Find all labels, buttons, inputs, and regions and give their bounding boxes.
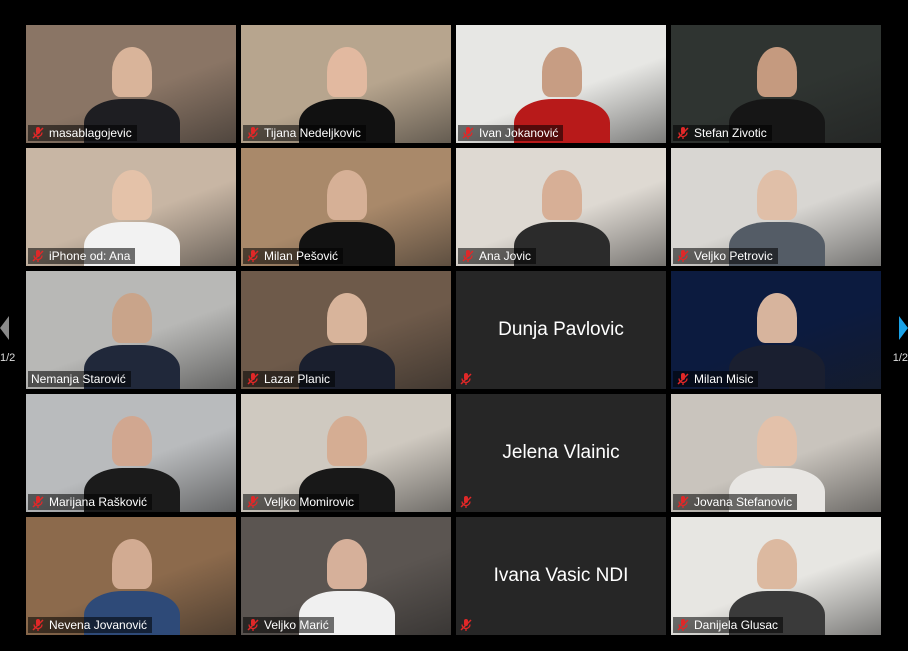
participant-name-tag: Ana Jovic [458,248,537,264]
participant-head [112,416,152,466]
participant-name-tag: masablagojevic [28,125,137,141]
mic-muted-icon [31,249,45,263]
mic-muted-icon [246,372,260,386]
participant-name: Veljko Petrovic [694,249,773,263]
participant-name: Stefan Zivotic [694,126,767,140]
participant-name: Milan Misic [694,372,754,386]
mic-muted-icon [459,372,473,386]
participant-name-large: Jelena Vlainic [502,442,620,463]
participant-name-large: Ivana Vasic NDI [493,565,629,586]
mic-muted-icon [246,126,260,140]
participant-tile[interactable]: Marijana Rašković [26,394,236,512]
participant-grid: masablagojevic Tijana Nedeljkovic Ivan Jok… [26,25,881,636]
mic-muted-icon [676,372,690,386]
participant-head [542,170,582,220]
mic-muted-icon [246,495,260,509]
participant-name-tag: Veljko Petrovic [673,248,778,264]
participant-tile[interactable]: Milan Pešović [241,148,451,266]
participant-head [112,47,152,97]
participant-head [327,539,367,589]
participant-name: Marijana Rašković [49,495,148,509]
page-indicator-left: 1/2 [0,352,16,364]
participant-name: Veljko Momirovic [264,495,355,509]
participant-tile[interactable]: Nevena Jovanović [26,517,236,635]
participant-name-tag: Milan Misic [673,371,759,387]
participant-name-tag: Danijela Glusac [673,617,784,633]
participant-name-tag: Jovana Stefanovic [673,494,798,510]
participant-name-tag: Marijana Rašković [28,494,153,510]
participant-name: masablagojevic [49,126,132,140]
participant-name: Lazar Planic [264,372,331,386]
participant-name-tag: iPhone od: Ana [28,248,136,264]
mic-muted-icon [31,126,45,140]
participant-head [112,539,152,589]
participant-name-tag: Ivan Jokanović [458,125,564,141]
participant-name: Ana Jovic [479,249,532,263]
participant-name-tag: Milan Pešović [243,248,344,264]
next-page-arrow-icon[interactable] [899,316,908,340]
participant-head [757,47,797,97]
participant-head [757,539,797,589]
mic-muted-icon [31,618,45,632]
mic-muted-icon [676,618,690,632]
previous-page-arrow-icon[interactable] [0,316,9,340]
mic-muted-icon [461,249,475,263]
participant-name: Ivan Jokanović [479,126,559,140]
participant-name-tag: Stefan Zivotic [673,125,772,141]
participant-name-tag: Nemanja Starović [28,371,131,387]
participant-tile[interactable]: Veljko Petrovic [671,148,881,266]
participant-name: iPhone od: Ana [49,249,131,263]
participant-tile[interactable]: Ivana Vasic NDI [456,517,666,635]
participant-head [327,416,367,466]
mic-muted-icon [246,249,260,263]
participant-tile[interactable]: Jelena Vlainic [456,394,666,512]
participant-name-tag: Veljko Marić [243,617,334,633]
participant-tile[interactable]: Veljko Marić [241,517,451,635]
participant-name-large: Dunja Pavlovic [498,319,624,340]
participant-tile[interactable]: Lazar Planic [241,271,451,389]
participant-tile[interactable]: Nemanja Starović [26,271,236,389]
participant-tile[interactable]: Dunja Pavlovic [456,271,666,389]
participant-name: Danijela Glusac [694,618,779,632]
participant-name: Veljko Marić [264,618,329,632]
participant-head [327,170,367,220]
mic-muted-icon [676,126,690,140]
participant-name: Tijana Nedeljkovic [264,126,361,140]
mic-muted-icon [676,249,690,263]
participant-head [757,416,797,466]
participant-name-tag: Nevena Jovanović [28,617,153,633]
participant-name: Nevena Jovanović [49,618,148,632]
participant-head [112,170,152,220]
participant-head [542,47,582,97]
participant-tile[interactable]: Tijana Nedeljkovic [241,25,451,143]
participant-tile[interactable]: Milan Misic [671,271,881,389]
participant-head [327,47,367,97]
mic-muted-icon [459,495,473,509]
participant-tile[interactable]: Ivan Jokanović [456,25,666,143]
participant-head [757,293,797,343]
participant-head [112,293,152,343]
participant-name: Milan Pešović [264,249,339,263]
participant-name: Jovana Stefanovic [694,495,793,509]
participant-tile[interactable]: Jovana Stefanovic [671,394,881,512]
participant-tile[interactable]: Veljko Momirovic [241,394,451,512]
mic-muted-icon [461,126,475,140]
participant-tile[interactable]: masablagojevic [26,25,236,143]
participant-name-tag: Lazar Planic [243,371,336,387]
page-indicator-right: 1/2 [892,352,908,364]
participant-tile[interactable]: Ana Jovic [456,148,666,266]
participant-name: Nemanja Starović [31,372,126,386]
participant-tile[interactable]: Danijela Glusac [671,517,881,635]
mic-muted-icon [459,618,473,632]
mic-muted-icon [246,618,260,632]
participant-name-tag: Tijana Nedeljkovic [243,125,366,141]
mic-muted-icon [676,495,690,509]
mic-muted-icon [31,495,45,509]
participant-tile[interactable]: Stefan Zivotic [671,25,881,143]
participant-name-tag: Veljko Momirovic [243,494,360,510]
participant-head [327,293,367,343]
participant-head [757,170,797,220]
participant-tile[interactable]: iPhone od: Ana [26,148,236,266]
